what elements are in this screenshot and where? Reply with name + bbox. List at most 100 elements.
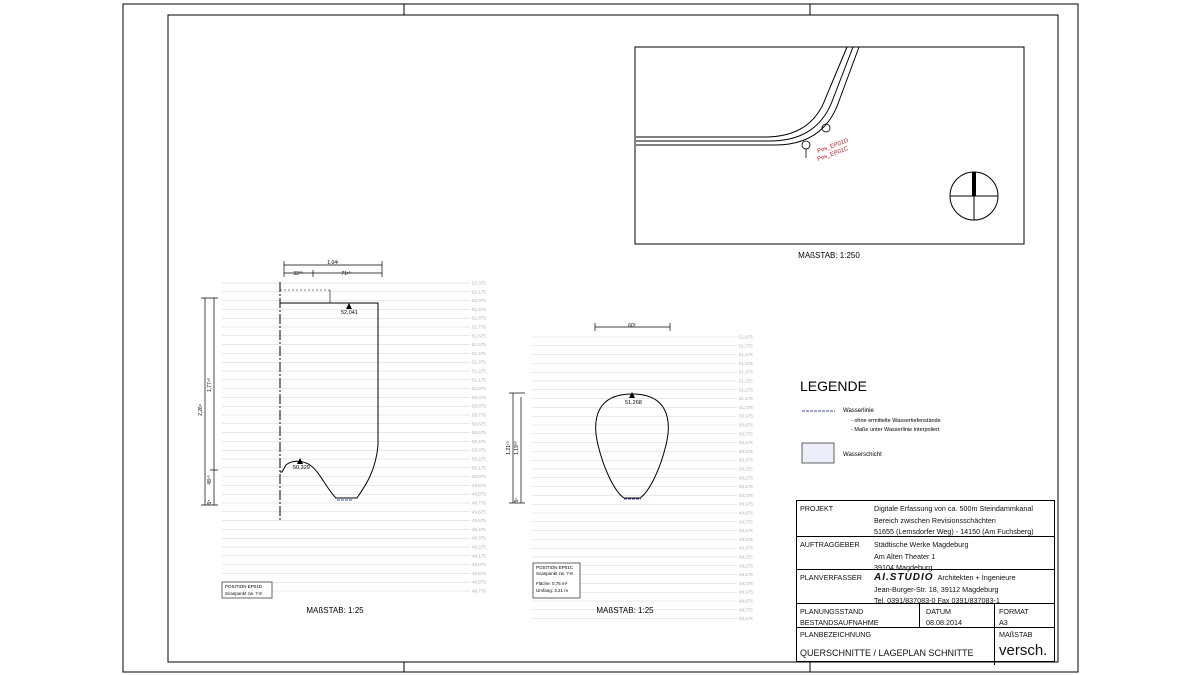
tb-planverfasser-line-2: Jean-Burger-Str. 18, 39112 Magdeburg [874,584,999,594]
level-label: 50,075 [739,493,753,498]
level-label: 49,375 [472,536,486,541]
level-label: 50,975 [739,414,753,419]
level-label: 50,175 [472,465,486,470]
section-left-scale: MAßSTAB: 1:25 [306,606,364,615]
level-label: 52,075 [472,298,486,303]
level-grid-left: 52,375 52,175 52,075 51,975 51,875 51,775 51,6… [222,281,486,594]
legend: LEGENDE Wasserlinie - ohne ermittelte Wa… [800,378,941,464]
info-right-3: Fläche: 0,75 m² [536,581,568,586]
tb-planungsstand-label: PLANUNGSSTAND [800,607,864,616]
dim-top-right: 60⁰ [628,323,636,329]
section-right: 51,875 51,775 51,675 51,575 51,475 51,375 51,2… [506,323,753,621]
level-label: 51,475 [472,351,486,356]
level-label: 51,875 [472,316,486,321]
level-label: 50,275 [739,475,753,480]
section-right-scale: MAßSTAB: 1:25 [596,606,654,615]
level-label: 51,775 [739,343,753,348]
tb-auftraggeber-line-2: Am Alten Theater 1 [874,551,936,561]
info-right-4: Umfang: 3,21 m [536,588,568,593]
level-label: 51,375 [739,379,753,384]
level-label: 49,775 [472,501,486,506]
tb-datum-label: DATUM [926,607,952,616]
level-label: 49,675 [739,528,753,533]
tb-planverfasser-logo: AI.STUDIO [874,572,934,583]
info-left-1: POSITION EP01D [225,584,263,589]
tb-planbezeichnung-value: QUERSCHNITTE / LAGEPLAN SCHNITTE [800,648,974,658]
dim-vertical-small: 5⁵ [207,500,213,505]
dim-vertical-total: 2,26⁸ [198,404,204,416]
level-label: 49,475 [739,546,753,551]
level-label: 48,775 [472,589,486,594]
level-label: 50,475 [739,458,753,463]
tb-status-row: PLANUNGSSTAND BESTANDSAUFNAHME DATUM 08.… [796,603,1054,665]
level-label: 49,775 [739,519,753,524]
level-label: 51,475 [739,370,753,375]
level-label: 51,275 [472,369,486,374]
dim-sub-2: 71¹⁰ [341,271,350,277]
elevation-small-left: 50,329 [293,465,310,471]
level-label: 49,075 [472,562,486,567]
dim-vertical-right-2: 1,19⁰⁰ [514,441,520,455]
level-label: 52,375 [472,281,486,286]
info-right-1: POSITION EP01C [536,565,574,570]
level-label: 50,275 [472,457,486,462]
level-label: 50,675 [739,440,753,445]
site-plan-scale: MAßSTAB: 1:250 [798,251,860,260]
tb-planverfasser-line-1: Architekten + Ingenieure [937,573,1016,582]
tb-projekt-row: PROJEKT Digitale Erfassung von ca. 500m … [796,500,1054,537]
level-label: 50,175 [739,484,753,489]
level-label: 49,975 [739,502,753,507]
tb-planungsstand-value: BESTANDSAUFNAHME [800,618,879,627]
level-label: 49,275 [472,545,486,550]
legend-water-layer-swatch [801,442,835,464]
tb-massstab-label: MAßSTAB [999,630,1033,639]
level-label: 48,875 [739,599,753,604]
dimensions-right [509,323,671,504]
tb-planbezeichnung-label: PLANBEZEICHNUNG [800,630,872,639]
level-label: 50,375 [472,448,486,453]
level-label: 51,975 [472,307,486,312]
level-label: 51,175 [472,377,486,382]
level-label: 50,575 [472,430,486,435]
legend-water-line-label: Wasserlinie [843,408,874,414]
elevation-top-right: 51,268 [625,400,642,406]
dim-vertical-lower: 48⁷⁰ [207,475,213,484]
level-label: 48,975 [739,590,753,595]
dim-sub-1: 33⁰⁰ [293,271,303,277]
tb-format-label: FORMAT [999,607,1029,616]
level-label: 51,075 [472,386,486,391]
position-markers: Pos_EP01D Pos_EP01C [817,138,850,163]
dimensions-left [201,261,383,506]
level-label: 50,575 [739,449,753,454]
elevation-marker-icon [346,303,352,309]
tb-plan-row: PLANBEZEICHNUNG QUERSCHNITTE / LAGEPLAN … [796,627,1054,662]
elevation-top-left: 52,041 [341,310,358,316]
tb-auftraggeber-label: AUFTRAGGEBER [800,540,860,549]
level-label: 49,675 [472,509,486,514]
title-block: PROJEKT Digitale Erfassung von ca. 500m … [796,500,1055,665]
elevation-marker-icon [629,392,635,398]
north-arrow-icon [949,171,999,221]
legend-title: LEGENDE [800,378,867,394]
level-label: 51,275 [739,387,753,392]
tb-projekt-line-2: Bereich zwischen Revisionsschächten [874,515,996,525]
level-label: 50,975 [472,395,486,400]
level-label: 49,875 [472,492,486,497]
level-label: 50,875 [472,404,486,409]
tb-format-value: A3 [999,618,1008,627]
level-label: 49,975 [472,483,486,488]
level-label: 50,775 [739,431,753,436]
dim-vertical-upper: 1,77⁴⁰ [207,378,213,392]
info-right-2: Scanpunkt zw. 7-8 [536,571,573,576]
level-label: 51,675 [739,352,753,357]
tb-divider [919,604,920,628]
dim-vertical-right-1: 1,21¹⁰ [506,441,512,454]
level-label: 49,575 [739,537,753,542]
level-label: 49,375 [739,555,753,560]
level-label: 51,675 [472,333,486,338]
level-label: 49,075 [739,581,753,586]
profile-right [595,393,669,499]
level-label: 52,175 [472,289,486,294]
tb-massstab-value: versch. [999,642,1048,659]
tb-planverfasser-row: PLANVERFASSER AI.STUDIO Architekten + In… [796,569,1054,605]
